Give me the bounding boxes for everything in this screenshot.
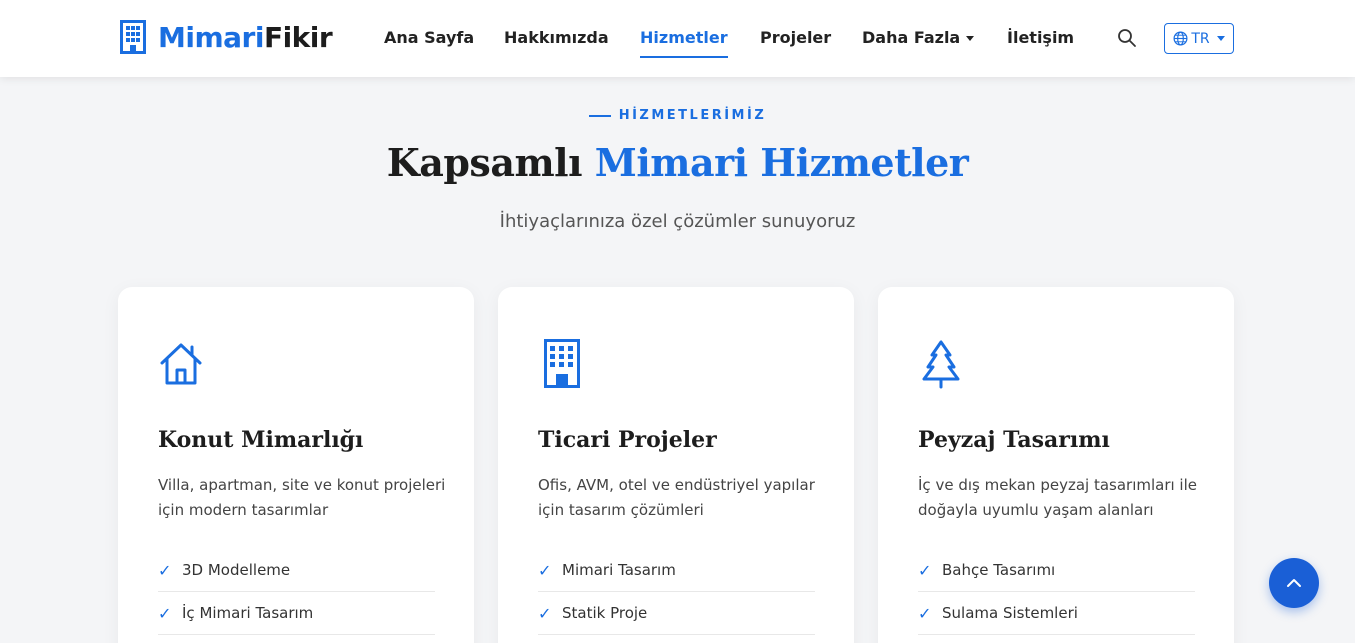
- feature-list: ✓ Mimari Tasarım ✓ Statik Proje: [538, 549, 815, 635]
- house-icon: [160, 343, 202, 385]
- feature-label: Mimari Tasarım: [562, 561, 676, 579]
- office-building-icon: [544, 339, 580, 388]
- feature-item: ✓ Sulama Sistemleri: [918, 592, 1195, 635]
- language-label: TR: [1191, 30, 1210, 47]
- check-icon: ✓: [158, 603, 172, 623]
- chevron-down-icon: [966, 36, 975, 41]
- service-card-konut: Konut Mimarlığı Villa, apartman, site ve…: [118, 287, 474, 643]
- brand-name: MimariFikir: [158, 20, 333, 54]
- feature-item: ✓ 3D Modelleme: [158, 549, 435, 592]
- chevron-up-icon: [1287, 579, 1301, 587]
- section-headline: Kapsamlı Mimari Hizmetler: [0, 140, 1355, 185]
- feature-item: ✓ İç Mimari Tasarım: [158, 592, 435, 635]
- scroll-to-top-button[interactable]: [1269, 558, 1319, 608]
- eyebrow-text: HİZMETLERİMİZ: [618, 108, 767, 123]
- check-icon: ✓: [918, 560, 932, 580]
- nav-hakkimizda[interactable]: Hakkımızda: [504, 28, 609, 47]
- feature-list: ✓ 3D Modelleme ✓ İç Mimari Tasarım: [158, 549, 435, 635]
- search-icon[interactable]: [1117, 28, 1137, 48]
- feature-item: ✓ Bahçe Tasarımı: [918, 549, 1195, 592]
- section-subtitle: İhtiyaçlarınıza özel çözümler sunuyoruz: [499, 211, 856, 232]
- feature-label: İç Mimari Tasarım: [182, 604, 314, 622]
- feature-item: ✓ Statik Proje: [538, 592, 815, 635]
- service-description: İç ve dış mekan peyzaj tasarımları ile d…: [918, 476, 1197, 519]
- brand-name-primary: Mimari: [158, 20, 264, 54]
- feature-label: Statik Proje: [562, 604, 648, 622]
- nav-projeler[interactable]: Projeler: [760, 28, 831, 47]
- check-icon: ✓: [538, 560, 552, 580]
- service-description: Ofis, AVM, otel ve endüstriyel yapılar i…: [538, 476, 815, 519]
- headline-plain: Kapsamlı: [386, 140, 583, 185]
- feature-list: ✓ Bahçe Tasarımı ✓ Sulama Sistemleri: [918, 549, 1195, 635]
- nav-iletisim[interactable]: İletişim: [1007, 28, 1074, 47]
- service-description: Villa, apartman, site ve konut projeleri…: [158, 476, 446, 519]
- check-icon: ✓: [918, 603, 932, 623]
- brand-name-secondary: Fikir: [263, 20, 333, 54]
- nav-hizmetler[interactable]: Hizmetler: [640, 28, 728, 58]
- nav-daha-fazla-label: Daha Fazla: [862, 28, 961, 47]
- nav-ana-sayfa[interactable]: Ana Sayfa: [384, 28, 474, 47]
- feature-label: 3D Modelleme: [182, 561, 291, 579]
- service-title: Peyzaj Tasarımı: [918, 427, 1110, 453]
- brand-logo[interactable]: MimariFikir: [120, 20, 333, 54]
- tree-icon: [922, 340, 960, 389]
- feature-item: ✓ Mimari Tasarım: [538, 549, 815, 592]
- building-icon: [120, 20, 146, 54]
- eyebrow-line: [588, 114, 611, 117]
- service-title: Ticari Projeler: [538, 427, 717, 453]
- section-eyebrow: HİZMETLERİMİZ: [0, 108, 1355, 123]
- check-icon: ✓: [538, 603, 552, 623]
- headline-accent: Mimari Hizmetler: [594, 140, 969, 185]
- check-icon: ✓: [158, 560, 172, 580]
- navbar: MimariFikir Ana Sayfa Hakkımızda Hizmetl…: [0, 0, 1355, 77]
- language-selector[interactable]: TR: [1164, 23, 1234, 54]
- globe-icon: [1173, 31, 1188, 46]
- service-card-peyzaj: Peyzaj Tasarımı İç ve dış mekan peyzaj t…: [878, 287, 1234, 643]
- nav-daha-fazla[interactable]: Daha Fazla: [862, 28, 975, 47]
- feature-label: Sulama Sistemleri: [942, 604, 1078, 622]
- chevron-down-icon: [1216, 36, 1225, 41]
- service-card-ticari: Ticari Projeler Ofis, AVM, otel ve endüs…: [498, 287, 854, 643]
- service-title: Konut Mimarlığı: [158, 427, 364, 453]
- feature-label: Bahçe Tasarımı: [942, 561, 1056, 579]
